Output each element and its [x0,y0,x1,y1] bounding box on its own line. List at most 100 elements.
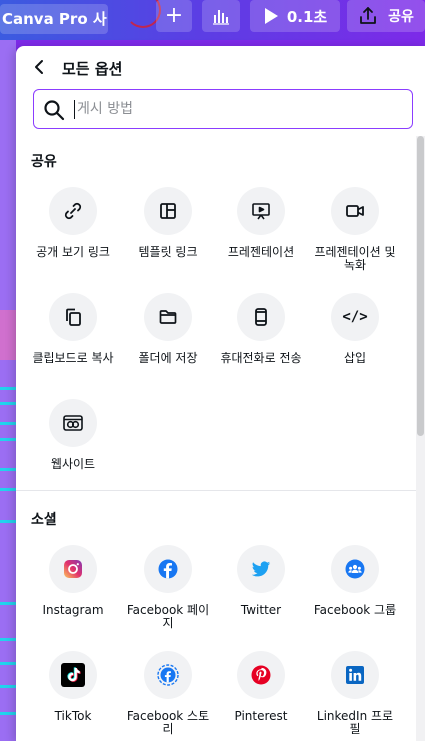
option-label: Facebook 그룹 [313,603,397,617]
pinterest-icon [251,665,271,685]
option-label: 프레젠테이션 [227,245,295,259]
option-icon-circle [144,545,192,593]
panel-title: 모든 옵션 [62,60,123,78]
option-icon-circle [331,651,379,699]
option-label: Facebook 페이지 [126,603,210,630]
facebook-icon [158,559,178,579]
option-icon-circle [144,651,192,699]
embed-icon: </> [342,309,368,325]
option-facebook-group[interactable]: Facebook 그룹 [308,545,402,645]
phone-icon [255,308,267,326]
panel-scrollbar[interactable] [416,136,425,741]
search-field[interactable] [33,89,413,129]
option-presentation[interactable]: 프레젠테이션 [214,187,308,287]
panel-header: 모든 옵션 [16,46,425,88]
add-page-button[interactable]: + [156,0,192,32]
canvas-stripe [0,662,16,665]
option-label: 템플릿 링크 [138,245,198,259]
canvas-stripe [0,468,16,471]
canvas-stripe [0,685,16,688]
option-send-to-phone[interactable]: 휴대전화로 전송 [214,293,308,393]
facebook-story-icon [157,664,179,686]
option-label: 클립보드로 복사 [32,351,114,365]
option-label: 폴더에 저장 [138,351,198,365]
option-label: 공개 보기 링크 [36,245,110,259]
tiktok-icon [61,663,85,687]
instagram-icon [64,560,82,578]
option-icon-circle [237,545,285,593]
share-button[interactable]: 공유 [347,0,425,32]
option-label: TikTok [54,709,92,723]
option-icon-circle [237,651,285,699]
facebook-group-icon [345,559,365,579]
option-icon-circle [331,187,379,235]
option-label: 웹사이트 [50,457,96,471]
option-pinterest[interactable]: Pinterest [214,651,308,741]
text-cursor [74,100,75,119]
option-icon-circle [331,545,379,593]
option-label: 휴대전화로 전송 [220,351,302,365]
option-facebook-page[interactable]: Facebook 페이지 [121,545,215,645]
canvas-stripe [0,520,16,523]
option-icon-circle [49,399,97,447]
canvas-stripe [0,438,16,441]
presentation-icon [252,203,270,220]
option-embed[interactable]: </> 삽입 [308,293,402,393]
folder-icon [159,310,177,324]
option-label: Facebook 스토리 [126,709,210,736]
record-icon [346,205,364,217]
back-button[interactable] [28,56,50,78]
share-label: 공유 [388,9,414,25]
twitter-icon [251,561,271,577]
chevron-left-icon [35,60,43,74]
linkedin-icon [346,666,364,684]
option-twitter[interactable]: Twitter [214,545,308,645]
website-icon [63,415,83,431]
bar-chart-icon [213,10,229,25]
option-facebook-story[interactable]: Facebook 스토리 [121,651,215,741]
editor-top-bar: Canva Pro 사... + 0.1초 공유 [0,0,425,40]
link-icon [64,202,82,220]
canvas-stripe [0,402,16,405]
option-icon-circle [49,293,97,341]
canvas-stripe [0,387,16,390]
option-linkedin-profile[interactable]: LinkedIn 프로필 [308,651,402,741]
option-icon-circle [144,187,192,235]
option-label: Twitter [240,603,282,617]
present-duration: 0.1초 [286,7,328,26]
option-tiktok[interactable]: TikTok [26,651,120,741]
canvas-stripe [0,638,16,641]
all-options-panel: 모든 옵션 공유 공개 보기 링크 템플릿 링크 프레젠테이션 [16,46,425,741]
option-instagram[interactable]: Instagram [26,545,120,645]
canvas-shape [0,310,16,360]
option-present-and-record[interactable]: 프레젠테이션 및 녹화 [308,187,402,287]
option-icon-circle [49,545,97,593]
option-save-to-folder[interactable]: 폴더에 저장 [121,293,215,393]
insights-button[interactable] [202,0,240,32]
option-icon-circle [237,187,285,235]
option-website[interactable]: 웹사이트 [26,399,120,499]
option-label: Instagram [42,603,104,617]
option-icon-circle [49,651,97,699]
option-icon-circle [144,293,192,341]
option-label: 프레젠테이션 및 녹화 [314,245,396,272]
section-divider [16,490,416,491]
canvas-stripe [0,602,16,605]
search-input[interactable] [77,96,397,122]
option-label: LinkedIn 프로필 [316,709,394,736]
present-button[interactable]: 0.1초 [250,0,340,32]
option-template-link[interactable]: 템플릿 링크 [121,187,215,287]
copy-icon [66,308,81,326]
option-copy-to-clipboard[interactable]: 클립보드로 복사 [26,293,120,393]
document-title[interactable]: Canva Pro 사... [0,4,108,34]
scrollbar-thumb[interactable] [417,136,424,436]
option-icon-circle [237,293,285,341]
search-icon [44,100,65,121]
canvas-stripe [0,422,16,425]
option-label: Pinterest [234,709,288,723]
canvas-stripe [0,488,16,491]
upload-icon [360,7,377,24]
template-icon [160,203,176,219]
option-public-view-link[interactable]: 공개 보기 링크 [26,187,120,287]
canvas-stripe [0,712,16,715]
